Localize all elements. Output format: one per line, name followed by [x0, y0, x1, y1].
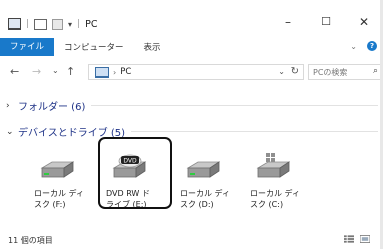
window-controls: – ☐ ✕ [269, 12, 383, 32]
computer-icon [95, 66, 109, 78]
hard-drive-icon [40, 161, 74, 178]
drive-label-line1: ローカル ディ [250, 189, 300, 198]
group-divider [131, 131, 378, 132]
windows-drive-icon [256, 153, 290, 178]
collapse-chevron-icon[interactable]: ⌄ [6, 127, 18, 137]
drive-label: ローカル ディ スク (C:) [250, 188, 310, 210]
group-header-devices[interactable]: ⌄ デバイスとドライブ (5) [6, 124, 378, 139]
expand-chevron-icon[interactable]: › [6, 101, 18, 111]
maximize-button[interactable]: ☐ [307, 12, 345, 32]
ribbon-tabs: ファイル コンピューター 表示 [0, 37, 383, 57]
quick-access-toolbar: | ▾ | PC [8, 18, 97, 30]
drive-label: ローカル ディ スク (D:) [180, 188, 240, 210]
new-folder-icon[interactable] [52, 18, 64, 30]
search-box[interactable]: PCの検索 ⌕ [308, 64, 383, 80]
expand-ribbon-icon[interactable]: ⌄ [350, 42, 357, 51]
hard-drive-icon [186, 161, 220, 178]
recent-locations-button[interactable]: ⌄ [52, 66, 59, 75]
toolbar-separator: | [26, 19, 30, 29]
computer-icon [8, 18, 21, 30]
drive-label-line1: ローカル ディ [34, 189, 84, 198]
breadcrumb-separator[interactable]: › [113, 68, 116, 77]
large-icons-view-icon[interactable] [360, 235, 370, 243]
title-bar: | ▾ | PC – ☐ ✕ [0, 0, 383, 34]
group-header-folders[interactable]: › フォルダー (6) [6, 98, 378, 113]
drive-label-line2: スク (D:) [180, 200, 214, 209]
tab-file[interactable]: ファイル [0, 38, 55, 56]
forward-button[interactable]: → [32, 65, 41, 78]
ribbon-controls: ⌄ ? [350, 41, 377, 51]
address-dropdown-icon[interactable]: ⌄ [278, 67, 285, 76]
breadcrumb-pc[interactable]: PC [120, 67, 131, 77]
content-pane: › フォルダー (6) ⌄ デバイスとドライブ (5) ローカル ディ スク (… [0, 88, 383, 228]
drive-item-f[interactable]: ローカル ディ スク (F:) [30, 152, 94, 218]
up-button[interactable]: ↑ [66, 65, 75, 78]
search-icon[interactable]: ⌕ [373, 66, 378, 76]
drive-label-line2: スク (F:) [34, 200, 66, 209]
navigation-bar: ← → ⌄ ↑ › PC ⌄ ↻ PCの検索 ⌕ [0, 60, 383, 84]
details-view-icon[interactable] [344, 235, 354, 243]
drive-item-d[interactable]: ローカル ディ スク (D:) [176, 152, 240, 218]
properties-icon[interactable] [34, 18, 48, 30]
close-button[interactable]: ✕ [345, 12, 383, 32]
item-count: 11 個の項目 [8, 236, 53, 245]
address-bar[interactable]: › PC ⌄ ↻ [88, 64, 304, 80]
tab-view[interactable]: 表示 [134, 41, 171, 53]
explorer-window: | ▾ | PC – ☐ ✕ ファイル コンピューター 表示 ⌄ ? ← → ⌄… [0, 0, 383, 249]
status-bar: 11 個の項目 [0, 230, 383, 249]
drive-label: ローカル ディ スク (F:) [34, 188, 94, 210]
back-button[interactable]: ← [10, 65, 19, 78]
window-title: PC [85, 18, 98, 30]
help-icon[interactable]: ? [367, 41, 377, 51]
group-title-folders: フォルダー (6) [18, 102, 86, 113]
drive-item-c[interactable]: ローカル ディ スク (C:) [246, 152, 310, 218]
highlight-frame [98, 137, 172, 209]
customize-toolbar-icon[interactable]: ▾ [68, 20, 72, 29]
toolbar-separator: | [77, 19, 81, 29]
refresh-icon[interactable]: ↻ [291, 66, 299, 77]
drive-label-line1: ローカル ディ [180, 189, 230, 198]
tab-computer[interactable]: コンピューター [54, 41, 134, 53]
drive-label-line2: スク (C:) [250, 200, 284, 209]
group-divider [91, 105, 378, 106]
minimize-button[interactable]: – [269, 12, 307, 32]
search-placeholder: PCの検索 [313, 67, 348, 77]
